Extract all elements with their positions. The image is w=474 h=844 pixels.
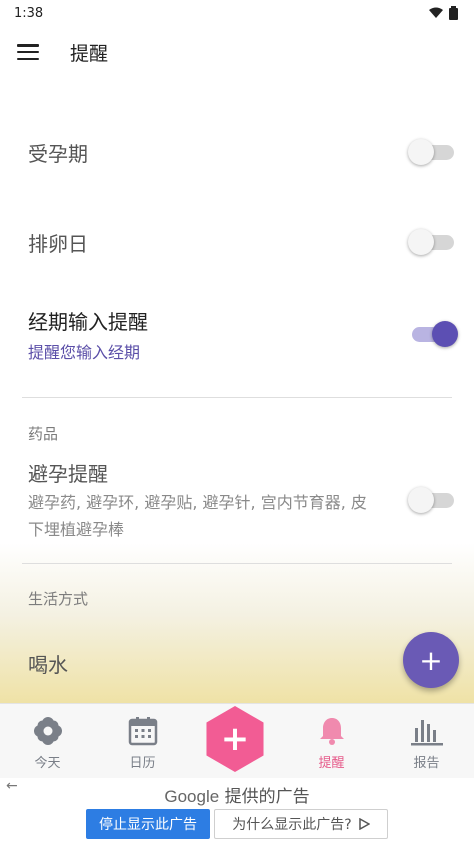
add-record-button[interactable]: + [206,706,264,772]
nav-calendar-label: 日历 [129,756,156,771]
stop-ad-label: 停止显示此广告 [99,817,197,833]
nav-today-label: 今天 [34,756,61,771]
contraception-toggle[interactable] [408,485,458,515]
battery-icon [449,6,458,20]
setting-contraception-label: 避孕提醒 [28,461,108,486]
setting-period-input[interactable]: 经期输入提醒 提醒您输入经期 [28,306,458,362]
setting-period-input-subtitle: 提醒您输入经期 [28,342,141,362]
flower-icon [33,717,62,745]
setting-fertile-label: 受孕期 [28,141,88,166]
setting-water-label: 喝水 [28,652,68,677]
nav-reminders-label: 提醒 [318,756,345,771]
divider [22,563,452,564]
nav-add[interactable]: + [190,704,284,778]
setting-water[interactable]: 喝水 [28,648,458,678]
why-ad-label: 为什么显示此广告? [232,817,352,833]
setting-period-input-text: 经期输入提醒 提醒您输入经期 [28,306,148,363]
period-input-toggle[interactable] [408,319,458,349]
nav-reports[interactable]: 报告 [379,704,474,779]
plus-icon: + [220,719,250,759]
fertile-toggle[interactable] [408,137,458,167]
setting-contraception-desc: 避孕药, 避孕环, 避孕贴, 避孕针, 宫内节育器, 皮下埋植避孕棒 [28,492,367,539]
wifi-icon [429,7,443,18]
stop-ad-button[interactable]: 停止显示此广告 [86,809,210,839]
bottom-nav: 今天 日历 + 提醒 报告 [0,703,474,778]
nav-today[interactable]: 今天 [0,704,95,779]
settings-list: 受孕期 排卵日 经期输入提醒 提醒您输入经期 药品 避孕提醒 避孕药, 避孕环,… [0,78,474,703]
menu-icon[interactable] [16,42,40,62]
ad-header-text: 提供的广告 [224,787,310,807]
status-time: 1:38 [14,5,44,21]
setting-ovulation-label: 排卵日 [28,231,88,256]
bar-chart-icon [410,720,443,746]
nav-reminders[interactable]: 提醒 [284,704,379,779]
plus-icon: + [419,643,443,677]
setting-contraception-text: 避孕提醒 避孕药, 避孕环, 避孕贴, 避孕针, 宫内节育器, 皮下埋植避孕棒 [28,458,373,543]
setting-ovulation[interactable]: 排卵日 [28,226,458,258]
section-lifestyle: 生活方式 [28,590,89,608]
google-logo: Google [164,787,220,806]
nav-reports-label: 报告 [413,756,440,771]
nav-calendar[interactable]: 日历 [95,704,190,779]
status-bar: 1:38 [0,0,474,26]
why-ad-button[interactable]: 为什么显示此广告? [214,809,388,839]
bell-icon [319,718,344,745]
background-illustration [0,543,474,703]
app-bar: 提醒 [0,26,474,78]
setting-fertile[interactable]: 受孕期 [28,136,458,168]
page-title: 提醒 [70,42,109,65]
ad-header: Google 提供的广告 [0,782,474,807]
ovulation-toggle[interactable] [408,227,458,257]
setting-contraception[interactable]: 避孕提醒 避孕药, 避孕环, 避孕贴, 避孕针, 宫内节育器, 皮下埋植避孕棒 [28,458,458,542]
ad-choices-icon [358,818,370,830]
divider [22,397,452,398]
setting-period-input-label: 经期输入提醒 [28,309,148,334]
section-medicine: 药品 [28,425,59,443]
status-icons [429,6,458,20]
calendar-icon [128,717,157,746]
ad-banner: ← Google 提供的广告 停止显示此广告 为什么显示此广告? [0,778,474,844]
add-fab-button[interactable]: + [403,632,459,688]
